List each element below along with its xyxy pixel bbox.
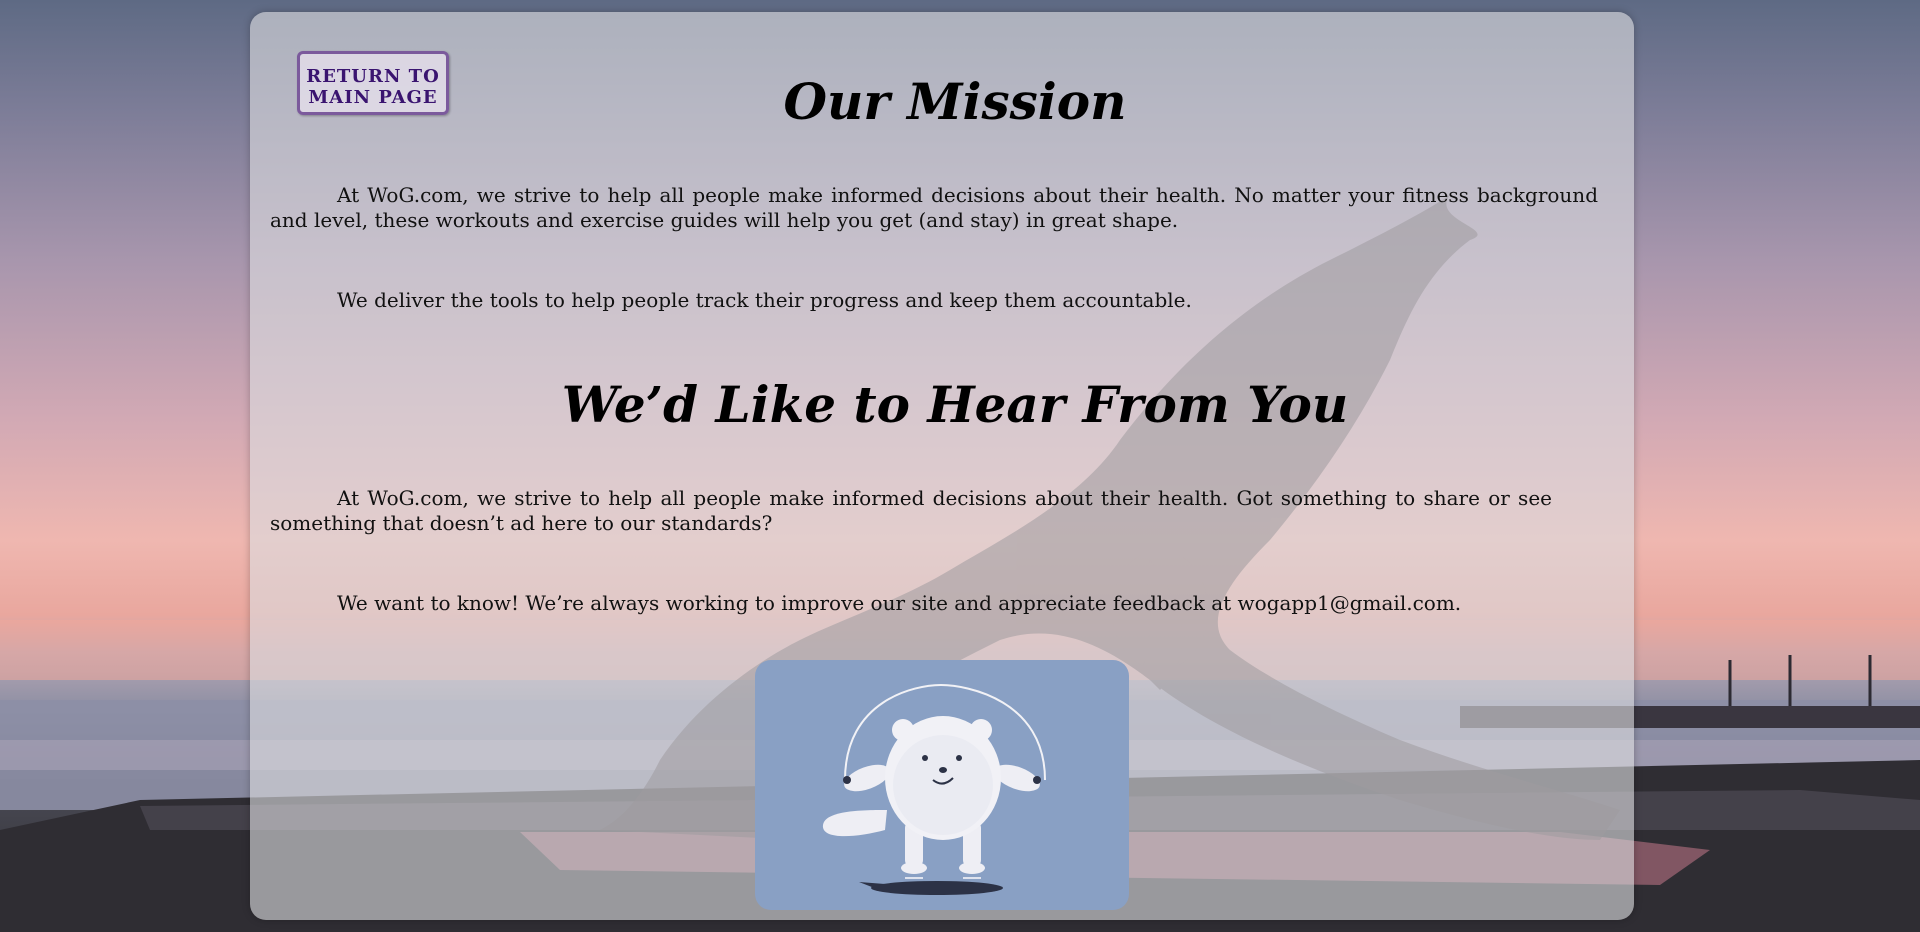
mission-heading: Our Mission [783,72,1127,131]
mission-paragraph-2: We deliver the tools to help people trac… [337,288,1192,312]
jump-rope-bear-icon [822,683,1046,895]
feedback-heading: We’d Like to Hear From You [561,375,1349,434]
mission-paragraph-1: At WoG.com, we strive to help all people… [270,183,1598,232]
feedback-paragraph-1: At WoG.com, we strive to help all people… [270,486,1552,535]
mascot-image [755,660,1129,910]
feedback-paragraph-2: We want to know! We’re always working to… [337,591,1462,615]
